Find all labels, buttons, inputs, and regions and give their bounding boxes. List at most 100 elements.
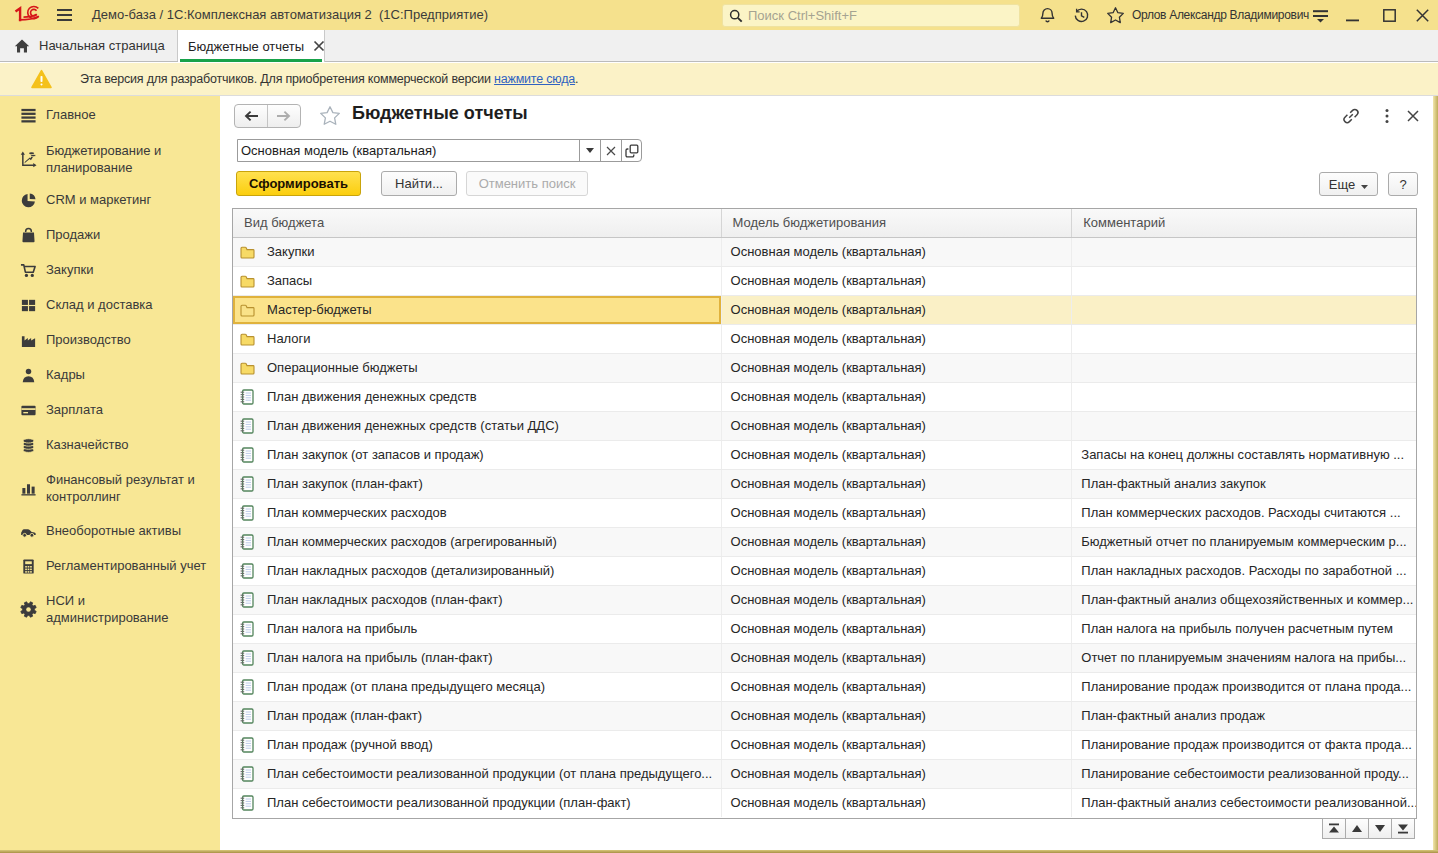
- go-down-button[interactable]: [1368, 818, 1392, 839]
- sidebar-item-sales[interactable]: Продажи: [0, 226, 220, 244]
- cell-comment[interactable]: [1071, 296, 1416, 324]
- cell-budget-type[interactable]: План закупок (план-факт): [233, 470, 721, 498]
- main-menu-icon[interactable]: [57, 8, 72, 22]
- cell-comment[interactable]: [1071, 238, 1416, 266]
- sidebar-item-hr[interactable]: Кадры: [0, 366, 220, 384]
- cell-model[interactable]: Основная модель (квартальная): [721, 499, 1072, 527]
- more-button[interactable]: Еще: [1319, 172, 1378, 196]
- go-last-button[interactable]: [1391, 818, 1415, 839]
- global-search[interactable]: [722, 4, 1020, 27]
- table-row[interactable]: План коммерческих расходовОсновная модел…: [233, 499, 1416, 528]
- cell-budget-type[interactable]: План себестоимости реализованной продукц…: [233, 789, 721, 817]
- sidebar-item-budgeting[interactable]: Бюджетирование и планирование: [0, 143, 220, 176]
- help-button[interactable]: ?: [1388, 172, 1418, 196]
- cell-model[interactable]: Основная модель (квартальная): [721, 296, 1072, 324]
- cell-model[interactable]: Основная модель (квартальная): [721, 325, 1072, 353]
- go-first-button[interactable]: [1322, 818, 1346, 839]
- table-row[interactable]: План закупок (от запасов и продаж)Основн…: [233, 441, 1416, 470]
- go-up-button[interactable]: [1345, 818, 1369, 839]
- cell-budget-type[interactable]: Операционные бюджеты: [233, 354, 721, 382]
- app-settings-icon[interactable]: [1311, 6, 1330, 25]
- sidebar-item-payroll[interactable]: Зарплата: [0, 401, 220, 419]
- table-row[interactable]: ЗапасыОсновная модель (квартальная): [233, 267, 1416, 296]
- table-row[interactable]: НалогиОсновная модель (квартальная): [233, 325, 1416, 354]
- cell-model[interactable]: Основная модель (квартальная): [721, 673, 1072, 701]
- cell-model[interactable]: Основная модель (квартальная): [721, 586, 1072, 614]
- table-row[interactable]: Операционные бюджетыОсновная модель (ква…: [233, 354, 1416, 383]
- minimize-button[interactable]: [1344, 7, 1361, 24]
- table-row[interactable]: План движения денежных средств (статьи Д…: [233, 412, 1416, 441]
- cell-model[interactable]: Основная модель (квартальная): [721, 615, 1072, 643]
- budget-model-combobox[interactable]: Основная модель (квартальная): [237, 139, 642, 162]
- cell-budget-type[interactable]: Закупки: [233, 238, 721, 266]
- cell-comment[interactable]: План-фактный анализ себестоимости реализ…: [1071, 789, 1416, 817]
- forward-button[interactable]: [268, 105, 301, 127]
- cell-budget-type[interactable]: План закупок (от запасов и продаж): [233, 441, 721, 469]
- search-input[interactable]: [748, 8, 998, 23]
- column-header-comment[interactable]: Комментарий: [1071, 209, 1416, 237]
- close-page-icon[interactable]: [1404, 107, 1422, 125]
- maximize-button[interactable]: [1381, 7, 1398, 24]
- cell-model[interactable]: Основная модель (квартальная): [721, 354, 1072, 382]
- cell-budget-type[interactable]: План себестоимости реализованной продукц…: [233, 760, 721, 788]
- combobox-dropdown-button[interactable]: [579, 140, 600, 161]
- cell-budget-type[interactable]: Мастер-бюджеты: [233, 296, 721, 324]
- generate-button[interactable]: Сформировать: [236, 171, 361, 196]
- notifications-bell-icon[interactable]: [1038, 6, 1057, 25]
- cell-comment[interactable]: План-фактный анализ общехозяйственных и …: [1071, 586, 1416, 614]
- cell-model[interactable]: Основная модель (квартальная): [721, 528, 1072, 556]
- table-row[interactable]: План движения денежных средствОсновная м…: [233, 383, 1416, 412]
- favorites-star-icon[interactable]: [1106, 6, 1125, 25]
- cell-model[interactable]: Основная модель (квартальная): [721, 644, 1072, 672]
- cell-budget-type[interactable]: Запасы: [233, 267, 721, 295]
- cell-comment[interactable]: Планирование себестоимости реализованной…: [1071, 760, 1416, 788]
- cell-budget-type[interactable]: План движения денежных средств (статьи Д…: [233, 412, 721, 440]
- table-row[interactable]: План налога на прибыльОсновная модель (к…: [233, 615, 1416, 644]
- sidebar-item-warehouse[interactable]: Склад и доставка: [0, 296, 220, 314]
- cell-comment[interactable]: [1071, 325, 1416, 353]
- cell-comment[interactable]: План-фактный анализ закупок: [1071, 470, 1416, 498]
- tab-budget-reports[interactable]: Бюджетные отчеты: [178, 30, 325, 62]
- table-row[interactable]: ЗакупкиОсновная модель (квартальная): [233, 238, 1416, 267]
- cell-model[interactable]: Основная модель (квартальная): [721, 238, 1072, 266]
- history-icon[interactable]: [1072, 6, 1091, 25]
- cell-model[interactable]: Основная модель (квартальная): [721, 760, 1072, 788]
- cell-budget-type[interactable]: План налога на прибыль: [233, 615, 721, 643]
- sidebar-item-main[interactable]: Главное: [0, 106, 220, 124]
- cell-comment[interactable]: [1071, 412, 1416, 440]
- combobox-clear-button[interactable]: [600, 140, 621, 161]
- table-row[interactable]: План себестоимости реализованной продукц…: [233, 760, 1416, 789]
- table-row[interactable]: План коммерческих расходов (агрегированн…: [233, 528, 1416, 557]
- sidebar-item-assets[interactable]: Внеоборотные активы: [0, 522, 220, 540]
- cell-budget-type[interactable]: План коммерческих расходов: [233, 499, 721, 527]
- cell-budget-type[interactable]: Налоги: [233, 325, 721, 353]
- cell-model[interactable]: Основная модель (квартальная): [721, 383, 1072, 411]
- cell-model[interactable]: Основная модель (квартальная): [721, 470, 1072, 498]
- sidebar-item-admin[interactable]: НСИ и администрирование: [0, 593, 220, 626]
- table-row[interactable]: План накладных расходов (план-факт)Основ…: [233, 586, 1416, 615]
- cell-model[interactable]: Основная модель (квартальная): [721, 557, 1072, 585]
- more-menu-dots-icon[interactable]: [1378, 107, 1396, 125]
- cell-comment[interactable]: Отчет по планируемым значениям налога на…: [1071, 644, 1416, 672]
- table-row[interactable]: План продаж (ручной ввод)Основная модель…: [233, 731, 1416, 760]
- cell-model[interactable]: Основная модель (квартальная): [721, 441, 1072, 469]
- column-header-model[interactable]: Модель бюджетирования: [721, 209, 1072, 237]
- table-row[interactable]: План закупок (план-факт)Основная модель …: [233, 470, 1416, 499]
- cell-budget-type[interactable]: План движения денежных средств: [233, 383, 721, 411]
- cell-comment[interactable]: [1071, 267, 1416, 295]
- cell-budget-type[interactable]: План накладных расходов (детализированны…: [233, 557, 721, 585]
- table-row[interactable]: Мастер-бюджетыОсновная модель (квартальн…: [233, 296, 1416, 325]
- table-row[interactable]: План продаж (план-факт)Основная модель (…: [233, 702, 1416, 731]
- cell-model[interactable]: Основная модель (квартальная): [721, 412, 1072, 440]
- column-header-budget-type[interactable]: Вид бюджета: [233, 209, 721, 237]
- cell-comment[interactable]: План-фактный анализ продаж: [1071, 702, 1416, 730]
- cell-comment[interactable]: Планирование продаж производится от план…: [1071, 673, 1416, 701]
- cell-comment[interactable]: Бюджетный отчет по планируемым коммерчес…: [1071, 528, 1416, 556]
- cell-budget-type[interactable]: План накладных расходов (план-факт): [233, 586, 721, 614]
- cell-comment[interactable]: План налога на прибыль получен расчетным…: [1071, 615, 1416, 643]
- cell-comment[interactable]: Планирование продаж производится от факт…: [1071, 731, 1416, 759]
- cell-budget-type[interactable]: План коммерческих расходов (агрегированн…: [233, 528, 721, 556]
- get-link-icon[interactable]: [1342, 107, 1360, 125]
- table-row[interactable]: План налога на прибыль (план-факт)Основн…: [233, 644, 1416, 673]
- table-row[interactable]: План продаж (от плана предыдущего месяца…: [233, 673, 1416, 702]
